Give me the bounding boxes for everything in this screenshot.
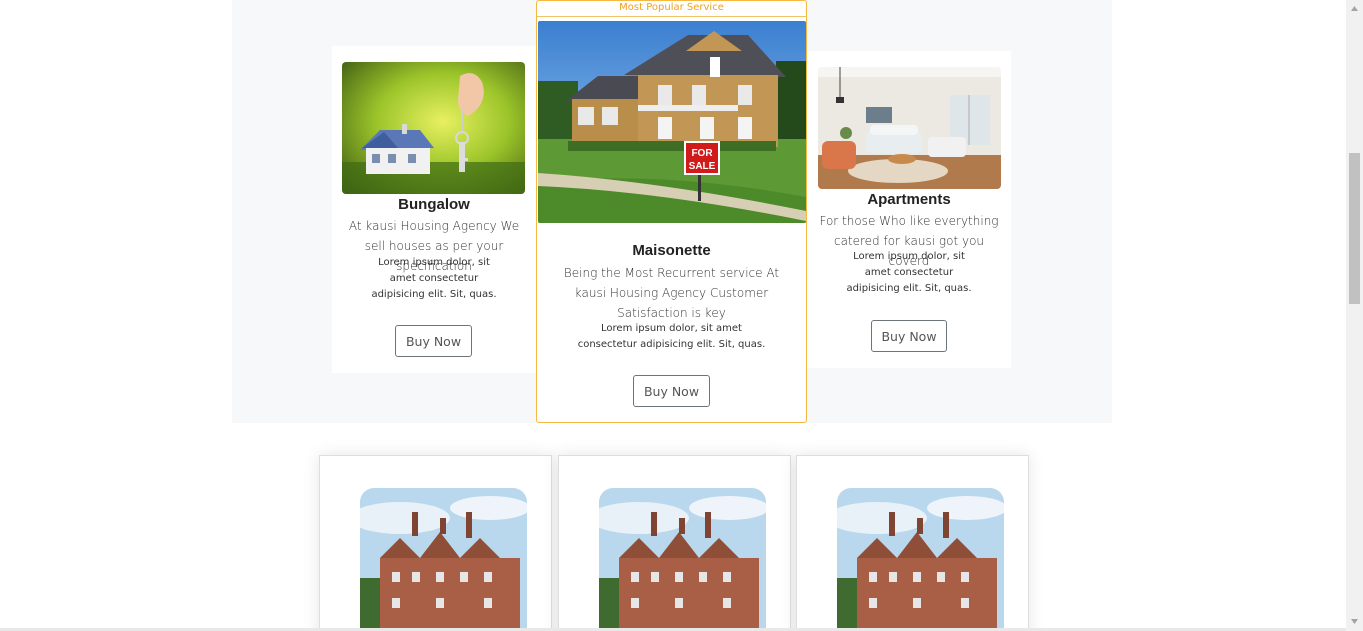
service-description: Being the Most Recurrent service At kaus… [563, 266, 780, 320]
maisonette-image: FOR SALE [538, 21, 806, 223]
buy-now-button-maisonette[interactable]: Buy Now [633, 375, 710, 407]
service-title: Bungalow [398, 196, 470, 213]
service-card-bungalow: Bungalow At kausi Housing Agency We sell… [332, 46, 536, 373]
service-detail: Lorem ipsum dolor, sit amet consectetur … [846, 251, 972, 294]
buy-now-button-apartments[interactable]: Buy Now [871, 320, 947, 352]
service-card-apartments: Apartments For those Who like everything… [807, 51, 1011, 368]
manor-house-image [837, 488, 1004, 631]
scroll-up-arrow-icon[interactable] [1350, 4, 1359, 13]
gallery-card [796, 455, 1029, 631]
scrollbar-thumb[interactable] [1349, 153, 1360, 304]
buy-now-button-bungalow[interactable]: Buy Now [395, 325, 472, 357]
service-card-maisonette: Most Popular Service FOR SALE Maisonette… [536, 0, 807, 423]
bungalow-image [342, 62, 525, 194]
apartments-image [818, 67, 1001, 189]
manor-house-image [599, 488, 766, 631]
service-detail: Lorem ipsum dolor, sit amet consectetur … [371, 257, 497, 300]
vertical-scrollbar[interactable] [1346, 0, 1363, 631]
service-title: Maisonette [632, 242, 711, 259]
scroll-down-arrow-icon[interactable] [1350, 617, 1359, 626]
sign-text-line1: FOR [691, 148, 713, 159]
service-title: Apartments [867, 191, 951, 208]
service-detail: Lorem ipsum dolor, sit amet consectetur … [577, 323, 766, 350]
sign-text-line2: SALE [689, 161, 716, 172]
gallery-card [558, 455, 791, 631]
most-popular-badge: Most Popular Service [537, 1, 806, 17]
gallery-card [319, 455, 552, 631]
page: Bungalow At kausi Housing Agency We sell… [0, 0, 1346, 631]
manor-house-image [360, 488, 527, 631]
